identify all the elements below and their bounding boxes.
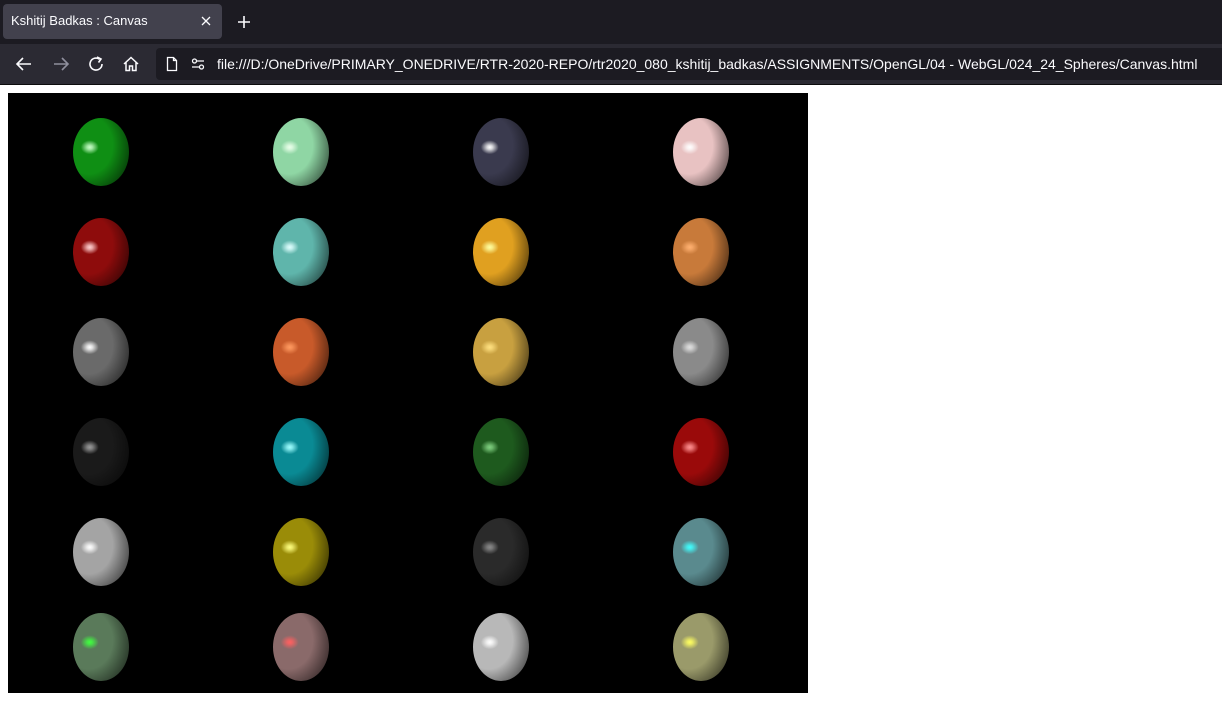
sphere — [273, 418, 329, 486]
tab-bar: Kshitij Badkas : Canvas — [0, 0, 1222, 44]
sphere — [673, 318, 729, 386]
plus-icon[interactable] — [234, 12, 254, 32]
sphere — [273, 518, 329, 586]
nav-bar: file:///D:/OneDrive/PRIMARY_ONEDRIVE/RTR… — [0, 44, 1222, 85]
tab-title: Kshitij Badkas : Canvas — [11, 13, 148, 28]
sphere — [273, 613, 329, 681]
sphere — [73, 118, 129, 186]
sphere — [673, 418, 729, 486]
forward-arrow-icon[interactable] — [51, 54, 71, 74]
sphere — [673, 613, 729, 681]
sphere — [273, 218, 329, 286]
sphere — [273, 118, 329, 186]
url-text[interactable]: file:///D:/OneDrive/PRIMARY_ONEDRIVE/RTR… — [217, 56, 1197, 72]
home-icon[interactable] — [121, 54, 141, 74]
webgl-canvas[interactable] — [8, 93, 808, 693]
sphere — [473, 418, 529, 486]
sphere — [73, 218, 129, 286]
sphere — [473, 613, 529, 681]
close-icon[interactable] — [197, 12, 215, 30]
page-icon[interactable] — [164, 56, 180, 72]
sphere — [673, 218, 729, 286]
page-content — [0, 85, 1222, 722]
sphere — [73, 518, 129, 586]
sphere — [73, 613, 129, 681]
url-bar[interactable]: file:///D:/OneDrive/PRIMARY_ONEDRIVE/RTR… — [156, 48, 1222, 80]
sphere — [473, 218, 529, 286]
sphere — [73, 418, 129, 486]
sphere — [473, 318, 529, 386]
permissions-icon[interactable] — [190, 56, 206, 72]
sphere — [673, 118, 729, 186]
sphere — [473, 518, 529, 586]
sphere — [673, 518, 729, 586]
reload-icon[interactable] — [86, 54, 106, 74]
active-tab[interactable]: Kshitij Badkas : Canvas — [3, 4, 222, 39]
sphere — [473, 118, 529, 186]
sphere — [73, 318, 129, 386]
sphere — [273, 318, 329, 386]
back-arrow-icon[interactable] — [14, 54, 34, 74]
